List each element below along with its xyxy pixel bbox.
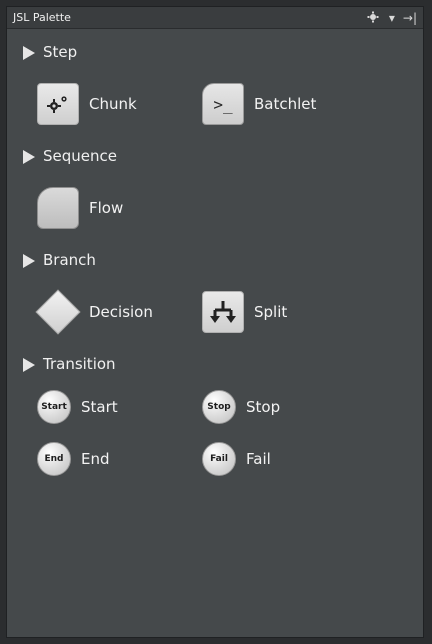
start-badge-icon: Start — [37, 390, 71, 424]
diamond-icon — [36, 290, 80, 334]
palette-item-label: End — [81, 450, 110, 468]
palette-item-start[interactable]: Start Start — [7, 390, 202, 424]
category-step-label: Step — [43, 43, 78, 61]
jsl-palette-panel: JSL Palette ▾ →| Step Chunk >_ Batchlet … — [6, 6, 424, 638]
category-step[interactable]: Step — [7, 35, 423, 69]
palette-item-label: Decision — [89, 303, 153, 321]
category-sequence-label: Sequence — [43, 147, 117, 165]
palette-item-split[interactable]: Split — [202, 291, 397, 333]
split-arrows-icon — [202, 291, 244, 333]
palette-item-end[interactable]: End End — [7, 442, 202, 476]
sequence-items-row: Flow — [7, 173, 423, 243]
branch-items-row: Decision Split — [7, 277, 423, 347]
palette-item-label: Chunk — [89, 95, 137, 113]
fail-badge-icon: Fail — [202, 442, 236, 476]
palette-item-label: Batchlet — [254, 95, 317, 113]
expand-arrow-icon — [23, 149, 35, 164]
stop-badge-icon: Stop — [202, 390, 236, 424]
chevron-down-icon[interactable]: ▾ — [389, 12, 395, 24]
titlebar-actions: ▾ →| — [367, 11, 417, 25]
palette-item-flow[interactable]: Flow — [7, 187, 202, 229]
palette-item-label: Split — [254, 303, 288, 321]
terminal-icon: >_ — [202, 83, 244, 125]
palette-item-stop[interactable]: Stop Stop — [202, 390, 397, 424]
category-sequence[interactable]: Sequence — [7, 139, 423, 173]
gears-icon — [37, 83, 79, 125]
pin-icon[interactable]: →| — [403, 12, 417, 24]
palette-item-label: Start — [81, 398, 118, 416]
palette-item-decision[interactable]: Decision — [7, 290, 202, 334]
expand-arrow-icon — [23, 357, 35, 372]
palette-item-label: Stop — [246, 398, 281, 416]
transition-items: Start Start Stop Stop End End Fail Fail — [7, 381, 423, 485]
category-transition-label: Transition — [43, 355, 116, 373]
category-branch-label: Branch — [43, 251, 96, 269]
palette-content: Step Chunk >_ Batchlet Sequence Flow Bra… — [7, 29, 423, 485]
palette-item-chunk[interactable]: Chunk — [7, 83, 202, 125]
step-items-row: Chunk >_ Batchlet — [7, 69, 423, 139]
expand-arrow-icon — [23, 253, 35, 268]
gear-icon[interactable] — [367, 11, 381, 25]
category-branch[interactable]: Branch — [7, 243, 423, 277]
expand-arrow-icon — [23, 45, 35, 60]
palette-item-batchlet[interactable]: >_ Batchlet — [202, 83, 397, 125]
palette-title: JSL Palette — [13, 11, 71, 24]
palette-item-fail[interactable]: Fail Fail — [202, 442, 397, 476]
transition-row-1: Start Start Stop Stop — [7, 381, 423, 433]
palette-item-label: Flow — [89, 199, 124, 217]
flow-shape-icon — [37, 187, 79, 229]
palette-titlebar: JSL Palette ▾ →| — [7, 7, 423, 29]
category-transition[interactable]: Transition — [7, 347, 423, 381]
palette-item-label: Fail — [246, 450, 271, 468]
transition-row-2: End End Fail Fail — [7, 433, 423, 485]
end-badge-icon: End — [37, 442, 71, 476]
